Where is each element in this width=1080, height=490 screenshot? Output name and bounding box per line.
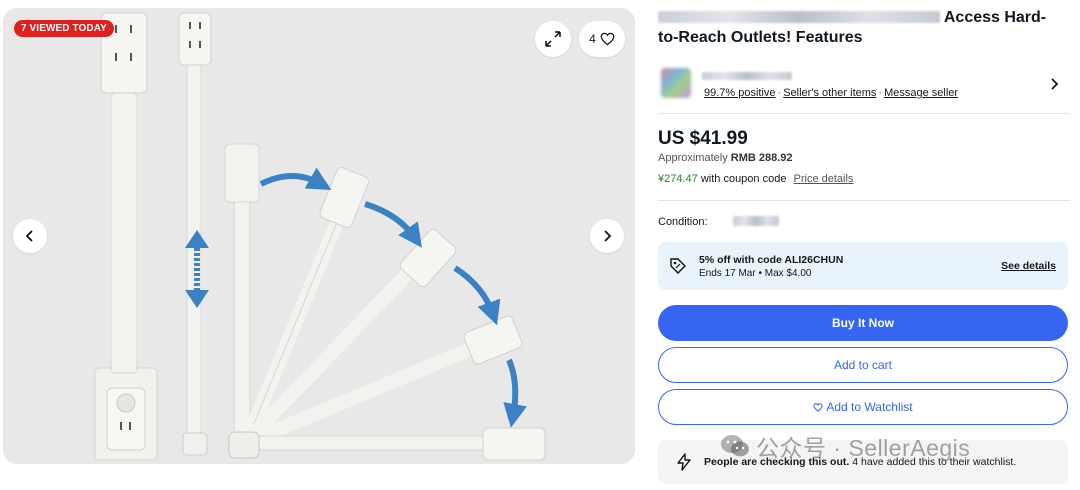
see-details-link[interactable]: See details	[1001, 260, 1056, 272]
seller-avatar	[661, 68, 691, 98]
divider	[658, 200, 1070, 201]
promo-title: 5% off with code ALI26CHUN	[699, 254, 844, 266]
next-image-button[interactable]	[590, 219, 624, 253]
chevron-right-icon[interactable]	[1050, 78, 1060, 90]
watch-count: 4	[589, 32, 596, 46]
coupon-tag-icon	[670, 258, 686, 274]
seller-feedback-link[interactable]: 99.7% positive	[704, 87, 776, 99]
approx-label: Approximately	[658, 152, 728, 164]
coupon-price-line: ¥274.47 with coupon code Price details	[658, 173, 853, 185]
coupon-text: with coupon code	[700, 173, 787, 185]
promo-subtitle: Ends 17 Mar • Max $4.00	[699, 268, 812, 279]
buy-it-now-button[interactable]: Buy It Now	[658, 305, 1068, 341]
seller-links: 99.7% positive · Seller's other items · Mess…	[704, 87, 959, 99]
heart-icon	[600, 32, 615, 46]
add-to-watchlist-label: Add to Watchlist	[826, 400, 913, 414]
approx-price: Approximately RMB 288.92	[658, 152, 793, 164]
chevron-left-icon	[25, 230, 33, 242]
coupon-price: ¥274.47	[658, 173, 698, 185]
seller-name-redacted	[702, 72, 792, 80]
item-price: US $41.99	[658, 128, 748, 149]
listing-title: Access Hard-to-Reach Outlets! Features	[658, 8, 1058, 48]
seller-other-items-link[interactable]: Seller's other items	[783, 87, 876, 99]
promo-banner: 5% off with code ALI26CHUN Ends 17 Mar •…	[658, 242, 1068, 290]
condition-value-redacted	[733, 216, 779, 226]
add-to-watchlist-button[interactable]: Add to Watchlist	[658, 389, 1068, 425]
wechat-icon	[721, 435, 749, 457]
approx-value: RMB 288.92	[730, 152, 793, 164]
watermark-text: 公众号 · SellerAegis	[756, 435, 971, 461]
expand-icon	[545, 31, 561, 47]
watermark: 公众号 · SellerAegis	[720, 429, 970, 463]
seller-info[interactable]: 99.7% positive · Seller's other items · Mess…	[658, 64, 1070, 106]
product-image[interactable]	[3, 8, 635, 464]
title-redacted	[658, 11, 940, 23]
viewed-today-badge: 7 VIEWED TODAY	[14, 20, 114, 37]
condition-label: Condition:	[658, 216, 708, 228]
image-gallery[interactable]: 7 VIEWED TODAY 4	[3, 8, 635, 464]
add-to-cart-button[interactable]: Add to cart	[658, 347, 1068, 383]
divider	[658, 113, 1070, 114]
chevron-right-icon	[604, 230, 612, 242]
previous-image-button[interactable]	[13, 219, 47, 253]
heart-icon	[813, 402, 823, 412]
lightning-icon	[677, 453, 691, 471]
watch-count-button[interactable]: 4	[579, 21, 625, 57]
message-seller-link[interactable]: Message seller	[884, 87, 958, 99]
expand-button[interactable]	[535, 21, 571, 57]
price-details-link[interactable]: Price details	[794, 173, 854, 185]
